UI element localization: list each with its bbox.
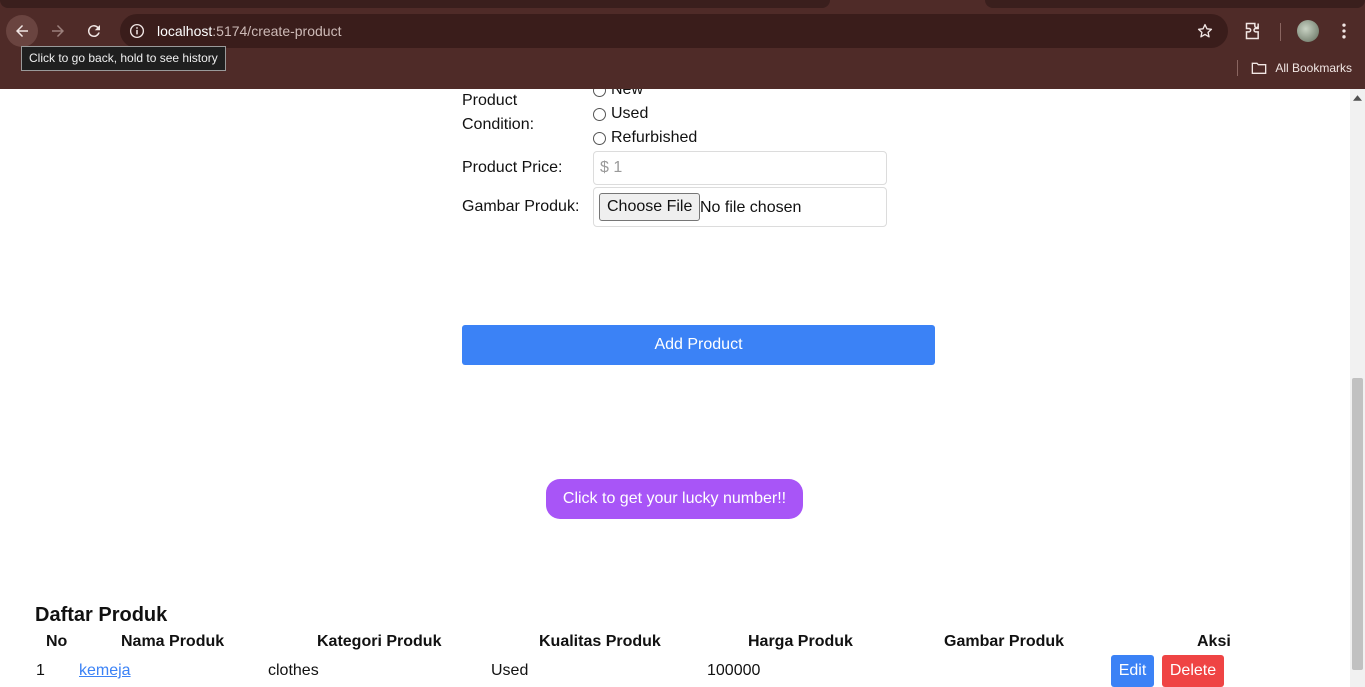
profile-avatar[interactable] bbox=[1297, 20, 1319, 42]
product-name-link[interactable]: kemeja bbox=[79, 662, 131, 679]
address-bar[interactable]: localhost:5174/create-product bbox=[120, 14, 1228, 48]
lucky-number-button[interactable]: Click to get your lucky number!! bbox=[546, 479, 803, 519]
radio-used[interactable] bbox=[593, 107, 606, 121]
condition-option-label: Refurbished bbox=[611, 129, 698, 146]
file-status: No file chosen bbox=[700, 199, 802, 216]
all-bookmarks[interactable]: All Bookmarks bbox=[1251, 60, 1352, 76]
info-icon[interactable] bbox=[128, 22, 146, 40]
cell-price: 100000 bbox=[707, 662, 761, 679]
cell-name: kemeja bbox=[79, 661, 131, 681]
back-button[interactable] bbox=[6, 15, 38, 47]
image-label: Gambar Produk: bbox=[462, 198, 580, 215]
url-text[interactable]: localhost:5174/create-product bbox=[157, 23, 341, 39]
browser-tab[interactable] bbox=[985, 0, 1365, 8]
more-menu-icon[interactable] bbox=[1334, 21, 1354, 41]
cell-no: 1 bbox=[36, 662, 45, 679]
column-header-quality: Kualitas Produk bbox=[539, 633, 661, 650]
delete-button[interactable]: Delete bbox=[1162, 655, 1224, 687]
reload-icon bbox=[87, 25, 100, 38]
choose-file-button[interactable]: Choose File bbox=[599, 193, 701, 221]
arrow-left-icon bbox=[16, 25, 28, 37]
bookmarks-divider bbox=[1237, 60, 1238, 76]
reload-button[interactable] bbox=[78, 15, 110, 47]
browser-chrome: localhost:5174/create-product All Bookma… bbox=[0, 0, 1365, 89]
condition-option-used[interactable]: Used bbox=[593, 102, 648, 126]
radio-new[interactable] bbox=[593, 89, 606, 97]
condition-option-label: New bbox=[611, 89, 644, 98]
toolbar-divider bbox=[1280, 23, 1281, 41]
condition-option-label: Used bbox=[611, 105, 649, 122]
product-list-title: Daftar Produk bbox=[35, 604, 168, 626]
extensions-icon[interactable] bbox=[1244, 21, 1264, 41]
condition-label: Product Condition: bbox=[462, 92, 535, 133]
column-header-image: Gambar Produk bbox=[944, 633, 1065, 650]
column-header-actions: Aksi bbox=[1197, 633, 1231, 650]
column-header-name: Nama Produk bbox=[121, 633, 225, 650]
cell-quality: Used bbox=[491, 662, 529, 679]
radio-refurbished[interactable] bbox=[593, 131, 606, 145]
browser-tab[interactable] bbox=[0, 0, 830, 8]
condition-option-refurbished[interactable]: Refurbished bbox=[593, 126, 697, 150]
forward-button[interactable] bbox=[42, 15, 74, 47]
price-input[interactable]: $ 1 bbox=[593, 151, 887, 185]
tab-strip bbox=[0, 0, 1365, 8]
column-header-category: Kategori Produk bbox=[317, 633, 442, 650]
add-product-button[interactable]: Add Product bbox=[462, 325, 935, 365]
star-icon[interactable] bbox=[1196, 22, 1214, 40]
condition-option-new[interactable]: New bbox=[593, 89, 643, 102]
price-label: Product Price: bbox=[462, 159, 563, 176]
column-header-no: No bbox=[46, 633, 68, 650]
back-tooltip: Click to go back, hold to see history bbox=[21, 46, 226, 71]
caret-up-icon bbox=[1353, 94, 1362, 101]
page-viewport: Product Condition: New Used Refurbished … bbox=[0, 89, 1350, 687]
all-bookmarks-label: All Bookmarks bbox=[1275, 61, 1352, 75]
image-file-input[interactable]: Choose File No file chosen bbox=[593, 187, 887, 227]
edit-button[interactable]: Edit bbox=[1111, 655, 1154, 687]
scrollbar-thumb[interactable] bbox=[1352, 378, 1363, 670]
scroll-up-button[interactable] bbox=[1350, 89, 1365, 106]
url-path: :5174/create-product bbox=[212, 23, 342, 39]
cell-category: clothes bbox=[268, 662, 319, 679]
column-header-price: Harga Produk bbox=[748, 633, 853, 650]
folder-icon bbox=[1251, 62, 1267, 74]
url-host: localhost bbox=[157, 23, 213, 39]
arrow-right-icon bbox=[52, 25, 64, 37]
